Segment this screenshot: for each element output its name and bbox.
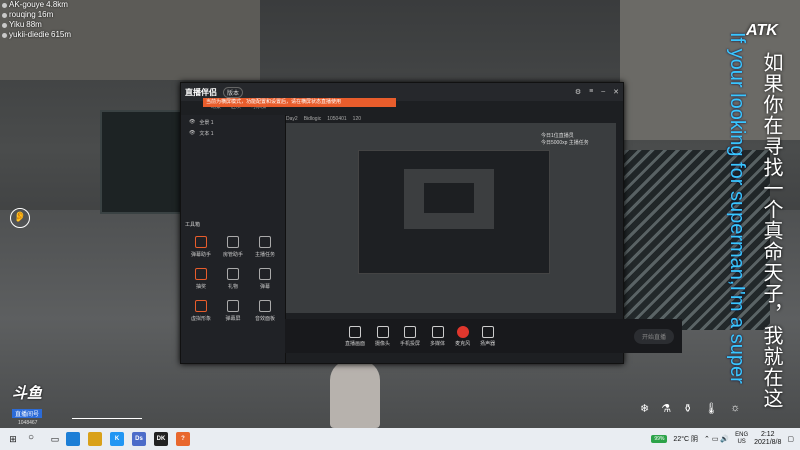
media-icon <box>431 325 444 338</box>
room-id: 1048467 <box>18 420 38 426</box>
notification-icon[interactable]: ▢ <box>787 435 794 443</box>
avatar-icon <box>2 2 7 8</box>
bag-icon: ⚱ <box>683 403 693 415</box>
tool-icon <box>195 300 207 312</box>
mic-button[interactable]: 麦克风 <box>455 325 470 347</box>
tool-item[interactable]: 弹幕 <box>249 268 281 290</box>
mic-icon <box>456 325 469 338</box>
avatar-icon <box>2 12 7 18</box>
eye-icon[interactable]: 👁 <box>189 130 195 137</box>
battery-badge[interactable]: 99% <box>651 435 668 443</box>
language-indicator[interactable]: ENG US <box>735 432 748 446</box>
overlay-chinese-text: 如果你在寻找一个真命天子，我就在这 <box>760 52 782 409</box>
taskbar: ⊞ ○ ▭ K Ds DK ? 99% 22°C 阴 ⌃ ▭ 🔊 ENG US 2… <box>0 428 800 450</box>
room-label: 直播间号 <box>12 409 43 418</box>
tool-item[interactable]: 弹幕屏 <box>217 300 249 322</box>
tool-item[interactable]: 虚拟形象 <box>185 300 217 322</box>
camera-button[interactable]: 摄像头 <box>375 325 390 347</box>
tool-icon <box>259 268 271 280</box>
minimize-icon[interactable]: – <box>601 88 605 96</box>
menu-icon[interactable]: ≡ <box>589 88 593 96</box>
weather-label[interactable]: 22°C 阴 <box>673 434 698 444</box>
folder-icon[interactable] <box>88 432 102 446</box>
avatar-icon <box>2 22 7 28</box>
tool-item[interactable]: 音效面板 <box>249 300 281 322</box>
media-button[interactable]: 多媒体 <box>430 325 445 347</box>
snowflake-icon: ❄ <box>640 403 650 415</box>
nested-preview-2 <box>404 169 494 229</box>
source-toolbar: 直播画面 摄像头 手机投屏 多媒体 麦克风 扬声器 开始直播 <box>285 319 682 353</box>
locker <box>100 110 189 214</box>
search-icon[interactable]: ○ <box>28 432 42 446</box>
thermometer-icon: 🌡 <box>704 403 719 415</box>
game-dk-icon[interactable]: DK <box>154 432 168 446</box>
toolbox-title: 工具箱 <box>185 222 201 228</box>
toolbox: 工具箱 弹幕助手 房管助手 主播任务 抽奖 礼物 弹幕 虚拟形象 弹幕屏 音效面… <box>185 221 281 322</box>
tool-item[interactable]: 主播任务 <box>249 236 281 258</box>
close-icon[interactable]: ✕ <box>613 88 619 96</box>
tool-item[interactable]: 礼物 <box>217 268 249 290</box>
game-hud: ❄ ⚗ ⚱ 🌡 ☼ <box>640 402 740 415</box>
chat-line: yukii-diedie 615m <box>2 30 71 40</box>
avatar-icon <box>2 32 7 38</box>
speaker-icon <box>481 325 494 338</box>
stream-preview[interactable] <box>286 123 616 313</box>
scene-item[interactable]: 👁 文本 1 <box>181 126 285 137</box>
start-stream-button[interactable]: 开始直播 <box>633 328 674 344</box>
camera-icon <box>376 325 389 338</box>
phone-icon <box>404 325 417 338</box>
version-badge[interactable]: 版本 <box>223 86 244 98</box>
monitor-icon <box>349 325 361 338</box>
screen-capture-button[interactable]: 直播画面 <box>345 325 365 347</box>
notice-banner[interactable]: 当前为横屏模式，功能配置和设置后，请在横屏状态直播使用 <box>203 98 396 107</box>
clock[interactable]: 2:12 2021/8/8 <box>754 431 781 447</box>
app-k-icon[interactable]: K <box>110 432 124 446</box>
app-brand: 直播伴侣 <box>185 87 217 97</box>
chat-line: Yiku 88m <box>2 20 71 30</box>
light-icon: ☼ <box>730 402 741 414</box>
chat-list: AK-gouye 4.8km rouqing 16m Yiku 88m yukii-d… <box>2 0 71 40</box>
ear-icon[interactable]: 👂 <box>10 208 30 228</box>
tool-item[interactable]: 弹幕助手 <box>185 236 217 258</box>
tool-icon <box>227 300 239 312</box>
task-note: 今日1位直播员 今日5000xp 主播任务 <box>541 133 589 146</box>
tool-item[interactable]: 房管助手 <box>217 236 249 258</box>
tool-icon <box>195 268 207 280</box>
broadcaster-window: 直播伴侣 版本 ⚙ ≡ – ✕ 当前为横屏模式，功能配置和设置后，请在横屏状态直… <box>180 82 682 364</box>
phone-cast-button[interactable]: 手机投屏 <box>400 325 420 347</box>
tool-grid: 弹幕助手 房管助手 主播任务 抽奖 礼物 弹幕 虚拟形象 弹幕屏 音效面板 <box>185 236 281 322</box>
bottle-icon: ⚗ <box>661 403 672 415</box>
scene-item[interactable]: 👁 全景 1 <box>181 115 285 126</box>
task-view-icon[interactable]: ▭ <box>48 432 62 446</box>
speaker-button[interactable]: 扬声器 <box>480 325 495 347</box>
tray-icons[interactable]: ⌃ ▭ 🔊 <box>704 435 729 443</box>
system-tray: 99% 22°C 阴 ⌃ ▭ 🔊 ENG US 2:12 2021/8/8 ▢ <box>651 431 800 447</box>
nested-preview <box>358 150 550 274</box>
tool-icon <box>259 300 271 312</box>
tool-icon <box>195 236 207 248</box>
chat-line: AK-gouye 4.8km <box>2 0 71 10</box>
tool-icon <box>259 236 271 248</box>
overlay-english-text: If your looking for superman,I'm a super <box>726 32 748 384</box>
start-icon[interactable]: ⊞ <box>6 432 20 446</box>
settings-icon[interactable]: ⚙ <box>575 88 581 96</box>
app-ds-icon[interactable]: Ds <box>132 432 146 446</box>
chat-line: rouqing 16m <box>2 10 71 20</box>
tool-item[interactable]: 抽奖 <box>185 268 217 290</box>
tool-icon <box>227 236 239 248</box>
edge-icon[interactable] <box>66 432 80 446</box>
player-character <box>330 360 380 428</box>
window-controls: ⚙ ≡ – ✕ <box>575 88 619 96</box>
nested-preview-3 <box>424 183 474 213</box>
divider <box>72 418 142 419</box>
eye-icon[interactable]: 👁 <box>189 119 195 126</box>
app-help-icon[interactable]: ? <box>176 432 190 446</box>
tool-icon <box>227 268 239 280</box>
